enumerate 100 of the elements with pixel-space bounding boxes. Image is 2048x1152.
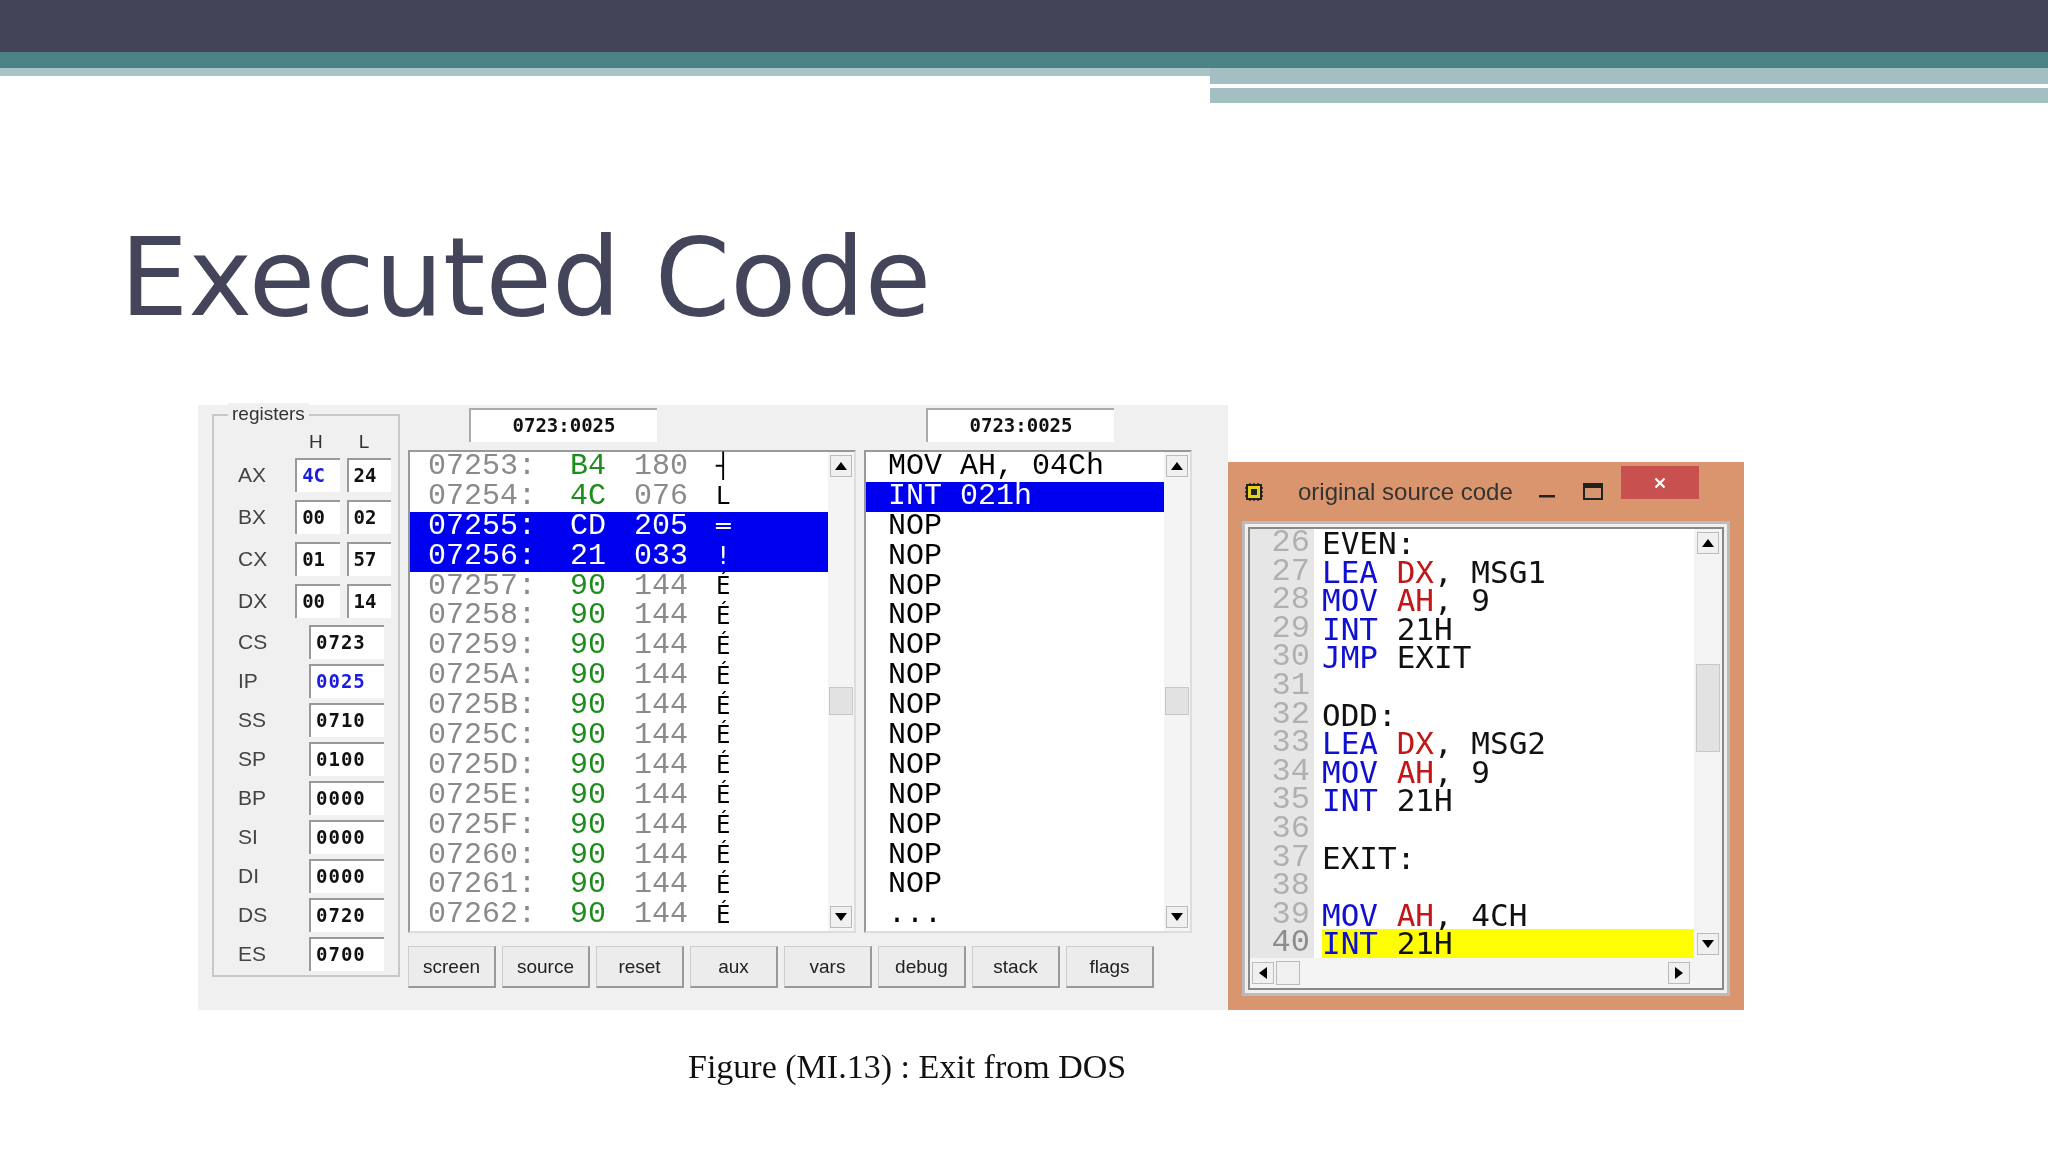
register-field[interactable]: 0100 — [309, 741, 384, 776]
scrollbar[interactable] — [1248, 958, 1724, 990]
scrollbar-thumb[interactable] — [829, 687, 853, 715]
memory-row[interactable]: 0725C: 90 144 É — [410, 721, 828, 751]
register-field[interactable]: 0723 — [309, 624, 384, 659]
line-number: 40 — [1271, 929, 1310, 958]
ascii-char: É — [716, 601, 731, 631]
toolbar-button[interactable]: stack — [972, 946, 1060, 988]
group-label: registers — [228, 403, 309, 425]
scrollbar-thumb[interactable] — [1696, 664, 1720, 753]
register-field[interactable]: 4C — [295, 458, 340, 492]
register-field[interactable]: 01 — [295, 542, 340, 576]
address-field[interactable]: 0723:0025 — [469, 408, 657, 442]
memory-row[interactable]: 0725E: 90 144 É — [410, 780, 828, 811]
memory-row[interactable]: 0725D: 90 144 É — [410, 750, 828, 781]
figure-caption: Figure (MI.13) : Exit from DOS — [688, 1048, 1128, 1086]
instruction-line[interactable]: NOP — [866, 661, 942, 692]
scrollbar[interactable] — [828, 452, 854, 931]
toolbar-button[interactable]: vars — [784, 946, 872, 988]
instruction-line[interactable]: NOP — [866, 541, 942, 572]
scroll-down-icon[interactable] — [1697, 933, 1719, 955]
memory-row[interactable]: 07261: 90 144 É — [410, 870, 828, 901]
code-line: EXIT: — [1322, 843, 1417, 873]
ascii-char: É — [716, 751, 731, 780]
instruction-line[interactable]: NOP — [866, 601, 942, 632]
instruction-line[interactable]: ... — [866, 900, 942, 931]
memory-address: 0725A: — [428, 661, 536, 692]
instruction-line[interactable]: NOP — [866, 780, 942, 811]
memory-row[interactable]: 07255: CD 205 ═ — [410, 511, 828, 542]
instruction-line[interactable]: NOP — [866, 750, 942, 781]
register-field[interactable]: 0000 — [309, 858, 384, 893]
instruction-line[interactable]: NOP — [866, 810, 942, 841]
instruction-line[interactable]: NOP — [866, 840, 942, 871]
memory-row[interactable]: 07259: 90 144 É — [410, 631, 828, 662]
hex-value: 90 — [570, 900, 606, 931]
toolbar-button[interactable]: reset — [596, 946, 684, 988]
scroll-up-icon[interactable] — [830, 455, 852, 477]
register-name: DX — [237, 589, 269, 613]
hex-value: 21 — [570, 541, 606, 572]
register-name: AX — [237, 463, 267, 487]
register-field[interactable]: 24 — [346, 458, 391, 492]
decimal-value: 144 — [634, 631, 688, 662]
ascii-char: É — [716, 631, 731, 661]
decimal-value: 180 — [634, 452, 688, 482]
toolbar-button[interactable]: debug — [878, 946, 966, 988]
toolbar-button[interactable]: screen — [408, 946, 496, 988]
memory-row[interactable]: 0725F: 90 144 É — [410, 810, 828, 841]
scroll-up-icon[interactable] — [1697, 532, 1719, 555]
instruction-line[interactable]: NOP — [866, 691, 942, 721]
register-field[interactable]: 0025 — [309, 663, 384, 698]
scroll-down-icon[interactable] — [1166, 906, 1188, 928]
memory-address: 07258: — [428, 601, 536, 632]
register-field[interactable]: 0720 — [309, 897, 384, 932]
address-field[interactable]: 0723:0025 — [926, 408, 1114, 442]
instruction-line[interactable]: NOP — [866, 631, 942, 662]
register-field[interactable]: 0000 — [309, 780, 384, 815]
memory-row[interactable]: 07260: 90 144 É — [410, 840, 828, 871]
scrollbar[interactable] — [1694, 529, 1722, 958]
register-field[interactable]: 0710 — [309, 702, 384, 737]
register-field[interactable]: 00 — [295, 500, 340, 534]
memory-address: 0725C: — [428, 721, 536, 751]
instruction-line[interactable]: MOV AH, 04Ch — [866, 452, 1105, 482]
toolbar-button[interactable]: flags — [1066, 946, 1154, 988]
register-field[interactable]: 57 — [346, 542, 391, 576]
register-field[interactable]: 00 — [295, 584, 340, 618]
memory-row[interactable]: 07253: B4 180 ┤ — [410, 452, 828, 482]
hex-value: 90 — [570, 571, 606, 602]
decimal-value: 033 — [634, 541, 688, 572]
scrollbar-thumb[interactable] — [1165, 687, 1189, 715]
hex-value: 90 — [570, 750, 606, 781]
instruction-line[interactable]: NOP — [866, 721, 942, 751]
instruction-line[interactable]: NOP — [866, 511, 942, 542]
scroll-up-icon[interactable] — [1166, 455, 1188, 477]
instruction-line[interactable]: NOP — [866, 571, 942, 602]
ascii-char: L — [716, 482, 731, 512]
register-name: DI — [237, 863, 260, 888]
scroll-down-icon[interactable] — [830, 906, 852, 928]
memory-row[interactable]: 07262: 90 144 É — [410, 900, 828, 931]
instruction-line[interactable]: NOP — [866, 870, 942, 901]
scroll-right-icon[interactable] — [1668, 962, 1690, 984]
scroll-left-icon[interactable] — [1252, 962, 1274, 984]
register-name: BX — [237, 505, 267, 529]
register-field[interactable]: 14 — [346, 584, 391, 618]
hex-value: 4C — [570, 481, 606, 512]
toolbar-button[interactable]: source — [502, 946, 590, 988]
memory-row[interactable]: 0725B: 90 144 É — [410, 691, 828, 721]
memory-row[interactable]: 07254: 4C 076 L — [410, 481, 828, 512]
memory-row[interactable]: 07256: 21 033 ! — [410, 541, 828, 572]
memory-row[interactable]: 0725A: 90 144 É — [410, 661, 828, 692]
hex-value: 90 — [570, 661, 606, 692]
register-field[interactable]: 0000 — [309, 819, 384, 854]
toolbar-button[interactable]: aux — [690, 946, 778, 988]
register-field[interactable]: 0700 — [309, 936, 384, 971]
register-field[interactable]: 02 — [346, 500, 391, 534]
scrollbar[interactable] — [1164, 452, 1190, 931]
decimal-value: 144 — [634, 750, 688, 781]
memory-row[interactable]: 07258: 90 144 É — [410, 601, 828, 632]
code-line: MOV AH, 9 — [1322, 757, 1490, 787]
memory-row[interactable]: 07257: 90 144 É — [410, 571, 828, 602]
scrollbar-thumb[interactable] — [1276, 961, 1300, 985]
